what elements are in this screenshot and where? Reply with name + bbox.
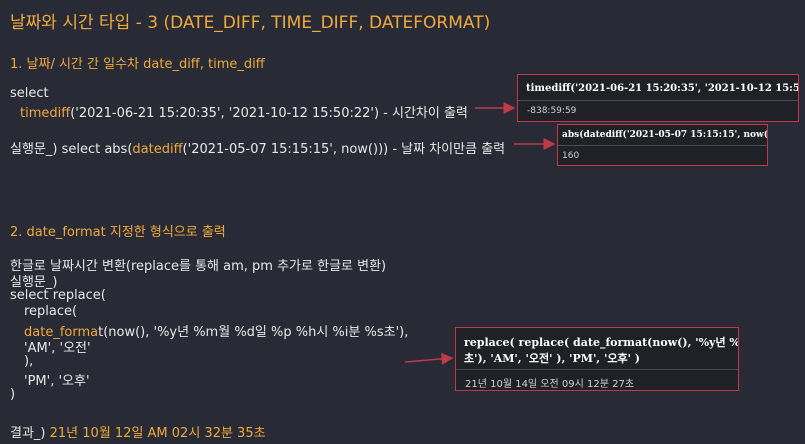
annotation-arrows bbox=[404, 102, 556, 365]
arrow-dateformat bbox=[404, 352, 454, 365]
